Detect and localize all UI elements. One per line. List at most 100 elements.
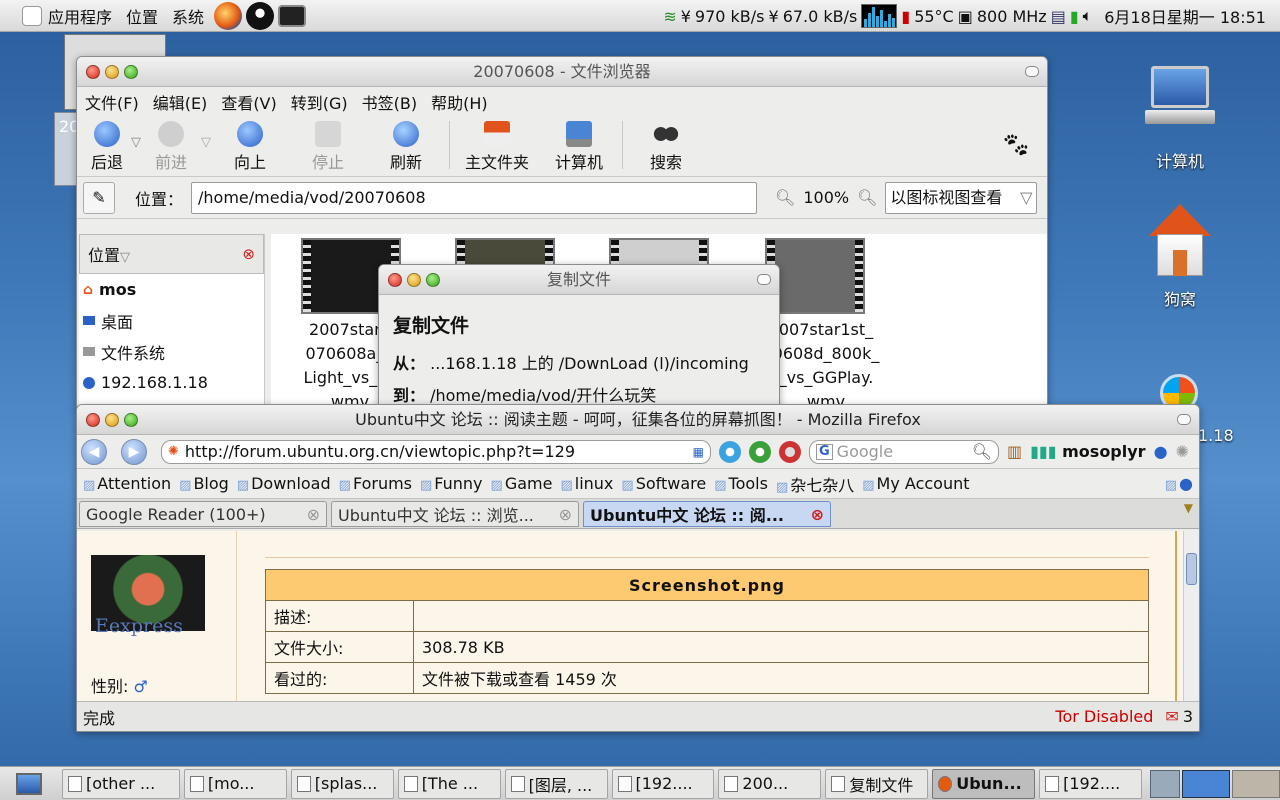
toggle-location-entry-button[interactable]: ✎	[83, 181, 115, 214]
clock[interactable]: 6月18日星期一 18:51	[1104, 4, 1266, 28]
wifi-icon[interactable]: ≋	[663, 7, 676, 26]
reload-button[interactable]: 刷新	[367, 121, 445, 173]
network-manager-icon[interactable]: ▤	[1051, 7, 1066, 26]
zoom-level[interactable]: 100%	[803, 188, 849, 207]
maximize-button[interactable]	[124, 65, 138, 79]
sidebar-item-network-share[interactable]: 192.168.1.18	[79, 367, 264, 398]
battery-icon[interactable]: ▮	[1070, 7, 1079, 26]
bookmark-linux[interactable]: linux	[560, 474, 614, 493]
close-sidebar-icon[interactable]: ⊗	[242, 245, 255, 263]
taskbar-item[interactable]: [图层, ...	[504, 768, 608, 799]
close-button[interactable]	[388, 273, 402, 287]
copy-dialog-titlebar[interactable]: 复制文件	[379, 265, 779, 295]
zoom-in-icon[interactable]: 🔍︎	[857, 188, 877, 207]
minimize-button[interactable]	[105, 65, 119, 79]
path-input[interactable]: /home/media/vod/20070608	[191, 181, 758, 214]
back-history-dropdown-icon[interactable]: ▽	[131, 135, 141, 150]
forward-button[interactable]: ▶	[121, 438, 147, 465]
url-input[interactable]: ✺ http://forum.ubuntu.org.cn/viewtopic.p…	[161, 439, 711, 464]
taskbar-item[interactable]: Ubun...	[932, 768, 1036, 799]
network-graph[interactable]	[861, 4, 898, 28]
user-profile[interactable]: ▮▮▮ mosoplyr	[1030, 442, 1145, 461]
up-button[interactable]: 向上	[211, 121, 289, 173]
taskbar-item[interactable]: 200...	[718, 768, 822, 799]
stop-button[interactable]: 停止	[289, 121, 367, 173]
tab-forum-browse[interactable]: Ubuntu中文 论坛 :: 浏览... ⊗	[331, 501, 579, 527]
menu-view[interactable]: 查看(V)	[221, 90, 276, 114]
reload-button[interactable]	[749, 440, 771, 463]
tab-google-reader[interactable]: Google Reader (100+) ⊗	[79, 501, 327, 527]
taskbar-item[interactable]: [192....	[1039, 768, 1143, 799]
video-thumbnail[interactable]	[765, 238, 865, 314]
forward-button[interactable]: 前进	[141, 121, 201, 173]
taskbar-item[interactable]: [other ...	[61, 768, 180, 799]
go-button[interactable]	[719, 440, 741, 463]
taskbar-item[interactable]: [The ...	[397, 768, 501, 799]
computer-button[interactable]: 计算机	[540, 121, 618, 173]
bookmark-blog[interactable]: Blog	[179, 474, 228, 493]
bookmarks-overflow-icon[interactable]: ●	[1165, 474, 1193, 493]
close-button[interactable]	[86, 65, 100, 79]
maximize-button[interactable]	[426, 273, 440, 287]
view-mode-select[interactable]: 以图标视图查看 ▽	[885, 181, 1038, 214]
scrollbar-thumb[interactable]	[1186, 553, 1197, 585]
taskbar-item[interactable]: [mo...	[183, 768, 287, 799]
search-button[interactable]: 搜索	[627, 121, 705, 173]
taskbar-item[interactable]: [192....	[611, 768, 715, 799]
extension-icon[interactable]: ▥	[1007, 442, 1022, 461]
mail-count[interactable]: 3	[1183, 707, 1193, 726]
search-input[interactable]: G Google 🔍︎	[809, 439, 999, 464]
bookmark-misc[interactable]: 杂七杂八	[776, 472, 854, 496]
shade-button[interactable]	[1025, 66, 1039, 77]
workspace-switcher[interactable]	[1150, 769, 1280, 798]
workspace-3[interactable]	[1232, 769, 1280, 798]
taskbar-item[interactable]: [splas...	[290, 768, 394, 799]
close-button[interactable]	[86, 413, 100, 427]
menu-edit[interactable]: 编辑(E)	[153, 90, 208, 114]
shade-button[interactable]	[757, 274, 771, 285]
bookmark-game[interactable]: Game	[491, 474, 553, 493]
attachment-title[interactable]: Screenshot.png	[265, 569, 1149, 601]
search-icon[interactable]: 🔍︎	[972, 441, 992, 463]
taskbar-item[interactable]: 复制文件	[825, 768, 929, 799]
tor-status[interactable]: Tor Disabled	[1055, 707, 1153, 726]
minimize-button[interactable]	[105, 413, 119, 427]
file-browser-titlebar[interactable]: 20070608 - 文件浏览器	[77, 57, 1047, 87]
workspace-1[interactable]	[1150, 769, 1181, 798]
stop-button[interactable]	[779, 440, 801, 463]
menu-applications[interactable]: 应用程序	[48, 4, 112, 28]
menu-bookmarks[interactable]: 书签(B)	[362, 90, 417, 114]
tab-list-icon[interactable]: ▼	[1184, 501, 1197, 528]
show-desktop-icon[interactable]	[16, 772, 42, 795]
foot-logo-icon[interactable]	[22, 5, 42, 26]
menu-places[interactable]: 位置	[126, 4, 158, 28]
cpu-frequency[interactable]: 800 MHz	[977, 7, 1047, 26]
workspace-2[interactable]	[1182, 769, 1231, 798]
forward-history-dropdown-icon[interactable]: ▽	[201, 135, 211, 150]
page-scrollbar[interactable]	[1183, 531, 1199, 701]
bookmark-software[interactable]: Software	[621, 474, 707, 493]
sidebar-item-home[interactable]: ⌂ mos	[79, 274, 264, 305]
home-button[interactable]: 主文件夹	[454, 121, 540, 173]
sidebar-header[interactable]: 位置▽ ⊗	[79, 234, 264, 274]
bookmark-attention[interactable]: Attention	[83, 474, 171, 493]
minimize-button[interactable]	[407, 273, 421, 287]
gmail-icon[interactable]: ✉	[1165, 707, 1178, 726]
terminal-launcher-icon[interactable]	[278, 4, 307, 27]
close-tab-icon[interactable]: ⊗	[559, 505, 572, 524]
close-tab-icon[interactable]: ⊗	[811, 505, 824, 524]
firefox-titlebar[interactable]: Ubuntu中文 论坛 :: 阅读主题 - 呵呵，征集各位的屏幕抓图！ - Mo…	[77, 405, 1199, 435]
bookmark-my-account[interactable]: My Account	[862, 474, 970, 493]
back-button[interactable]: 后退	[83, 121, 131, 173]
firefox-launcher-icon[interactable]	[214, 1, 243, 30]
shade-button[interactable]	[1177, 414, 1191, 425]
sidebar-item-filesystem[interactable]: 文件系统	[79, 336, 264, 367]
bookmark-forums[interactable]: Forums	[339, 474, 412, 493]
volume-icon[interactable]: 🔈︎	[1083, 6, 1093, 26]
menu-system[interactable]: 系统	[172, 4, 204, 28]
menu-help[interactable]: 帮助(H)	[431, 90, 488, 114]
bookmark-download[interactable]: Download	[237, 474, 331, 493]
back-button[interactable]: ◀	[81, 438, 107, 465]
desktop-icon-computer[interactable]: 计算机	[1130, 62, 1230, 172]
desktop-icon-home[interactable]: 狗窝	[1130, 204, 1230, 310]
